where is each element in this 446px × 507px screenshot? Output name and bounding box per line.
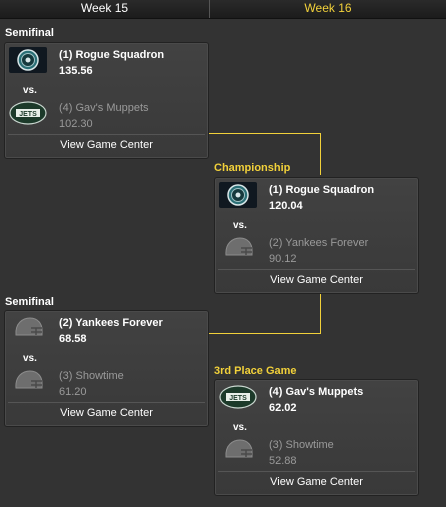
team-name[interactable]: (3) Showtime: [59, 370, 124, 382]
team-row[interactable]: (3) Showtime 61.20: [5, 366, 208, 400]
svg-text:JETS: JETS: [229, 395, 247, 402]
card-divider: [8, 134, 205, 135]
team-score: 120.04: [269, 200, 303, 212]
week-header: Week 15 Week 16: [0, 0, 446, 19]
svg-text:JETS: JETS: [19, 111, 37, 118]
team-row[interactable]: JETS (4) Gav's Muppets 62.02: [215, 382, 418, 416]
jets-logo: JETS: [9, 100, 47, 126]
rogue-squadron-logo: [219, 182, 257, 208]
round-label-third-place: 3rd Place Game: [214, 365, 297, 377]
card-divider: [218, 471, 415, 472]
team-name[interactable]: (4) Gav's Muppets: [269, 386, 363, 398]
jets-logo: JETS: [219, 384, 257, 410]
view-game-center-link[interactable]: View Game Center: [5, 139, 208, 151]
team-row[interactable]: (1) Rogue Squadron 135.56: [5, 45, 208, 79]
team-name[interactable]: (1) Rogue Squadron: [269, 184, 374, 196]
team-score: 90.12: [269, 253, 297, 265]
matchup-card-third-place: JETS (4) Gav's Muppets 62.02 vs. (3) Sho…: [214, 379, 419, 496]
bracket-connector: [320, 294, 321, 333]
team-score: 68.58: [59, 333, 87, 345]
team-name[interactable]: (2) Yankees Forever: [269, 237, 368, 249]
matchup-card-semifinal-1: (1) Rogue Squadron 135.56 vs. JETS (4) G…: [4, 42, 209, 159]
week-15-tab[interactable]: Week 15: [0, 0, 210, 18]
team-row[interactable]: (3) Showtime 52.88: [215, 435, 418, 469]
team-row[interactable]: (2) Yankees Forever 68.58: [5, 313, 208, 347]
matchup-card-championship: (1) Rogue Squadron 120.04 vs. (2) Yankee…: [214, 177, 419, 294]
team-name[interactable]: (4) Gav's Muppets: [59, 102, 149, 114]
helmet-icon: [219, 235, 257, 261]
vs-label: vs.: [233, 422, 247, 433]
card-divider: [218, 269, 415, 270]
bracket-connector: [209, 133, 321, 134]
card-divider: [8, 402, 205, 403]
vs-label: vs.: [233, 220, 247, 231]
vs-label: vs.: [23, 353, 37, 364]
bracket-connector: [320, 133, 321, 175]
team-score: 61.20: [59, 386, 87, 398]
helmet-icon: [219, 437, 257, 463]
team-row[interactable]: (2) Yankees Forever 90.12: [215, 233, 418, 267]
team-name[interactable]: (2) Yankees Forever: [59, 317, 163, 329]
team-score: 62.02: [269, 402, 297, 414]
team-row[interactable]: (1) Rogue Squadron 120.04: [215, 180, 418, 214]
view-game-center-link[interactable]: View Game Center: [215, 274, 418, 286]
team-score: 52.88: [269, 455, 297, 467]
team-row[interactable]: JETS (4) Gav's Muppets 102.30: [5, 98, 208, 132]
helmet-icon: [9, 368, 47, 394]
round-label-semifinal: Semifinal: [5, 27, 54, 39]
team-score: 102.30: [59, 118, 93, 130]
team-name[interactable]: (3) Showtime: [269, 439, 334, 451]
team-name[interactable]: (1) Rogue Squadron: [59, 49, 164, 61]
helmet-icon: [9, 315, 47, 341]
vs-label: vs.: [23, 85, 37, 96]
team-score: 135.56: [59, 65, 93, 77]
bracket-connector: [209, 333, 321, 334]
view-game-center-link[interactable]: View Game Center: [5, 407, 208, 419]
round-label-semifinal: Semifinal: [5, 296, 54, 308]
rogue-squadron-logo: [9, 47, 47, 73]
view-game-center-link[interactable]: View Game Center: [215, 476, 418, 488]
matchup-card-semifinal-2: (2) Yankees Forever 68.58 vs. (3) Showti…: [4, 310, 209, 427]
week-16-tab[interactable]: Week 16: [210, 0, 446, 18]
round-label-championship: Championship: [214, 162, 291, 174]
